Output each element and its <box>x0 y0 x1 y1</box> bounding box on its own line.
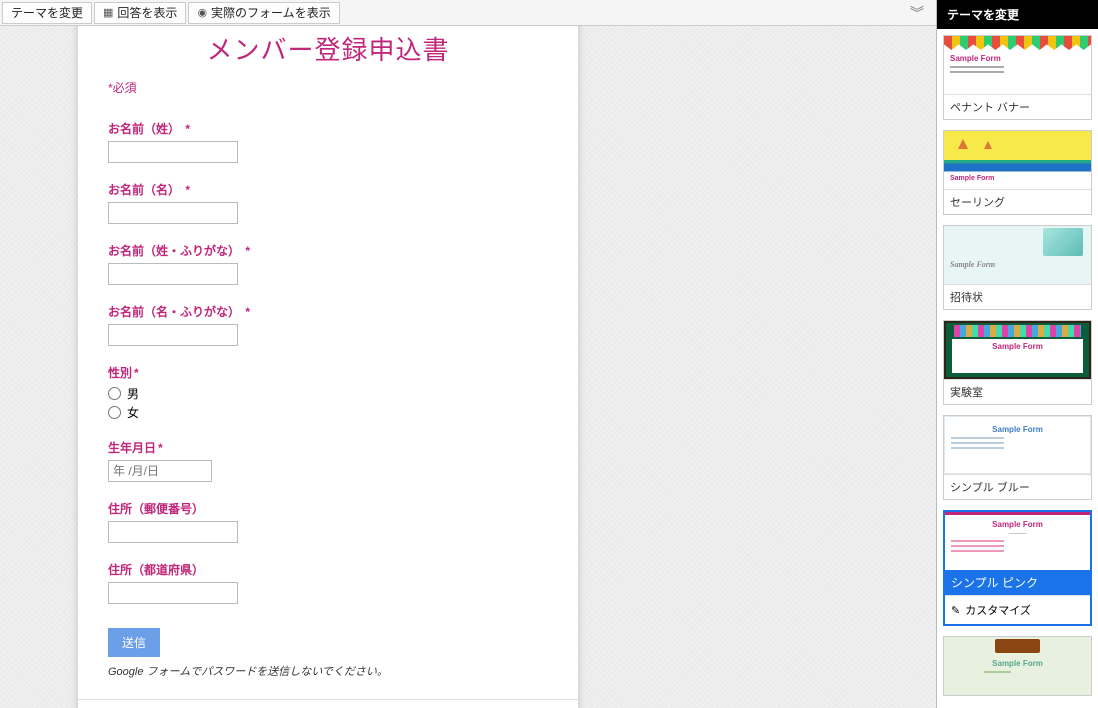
field-dob: 生年月日* <box>108 439 548 482</box>
change-theme-button[interactable]: テーマを変更 <box>2 2 92 24</box>
field-last-kana: お名前（姓・ふりがな） * <box>108 242 548 285</box>
theme-item-sailing[interactable]: Sample Form セーリング <box>943 130 1092 215</box>
field-label: 性別* <box>108 364 548 381</box>
submit-button[interactable]: 送信 <box>108 628 160 657</box>
theme-item-pennant[interactable]: Sample Form ペナント バナー <box>943 35 1092 120</box>
dob-input[interactable] <box>108 460 212 482</box>
field-label: 生年月日* <box>108 439 548 456</box>
gender-male-label: 男 <box>127 385 139 402</box>
grid-icon: ▦ <box>103 6 113 19</box>
theme-label: 実験室 <box>944 379 1091 404</box>
field-label: 住所（郵便番号） <box>108 500 548 517</box>
field-label: お名前（名・ふりがな） * <box>108 303 548 320</box>
theme-label: セーリング <box>944 189 1091 214</box>
theme-preview: Sample Form ——— <box>945 512 1090 570</box>
theme-label: シンプル ブルー <box>944 474 1091 499</box>
theme-preview: Sample Form <box>944 226 1091 284</box>
theme-label-selected: シンプル ピンク <box>945 570 1090 595</box>
theme-preview: Sample Form <box>944 321 1091 379</box>
theme-preview: Sample Form <box>944 36 1091 94</box>
theme-list[interactable]: Sample Form ペナント バナー Sample Form セーリング S… <box>937 29 1098 708</box>
theme-preview: Sample Form <box>944 131 1091 189</box>
main-preview-area: テーマを変更 ▦ 回答を表示 ◉ 実際のフォームを表示 ︾ メンバー登録申込書 … <box>0 0 936 708</box>
field-last-name: お名前（姓） * <box>108 120 548 163</box>
view-responses-button[interactable]: ▦ 回答を表示 <box>94 2 186 24</box>
eye-icon: ◉ <box>197 6 207 19</box>
responses-button-label: 回答を表示 <box>117 4 177 21</box>
theme-sidebar: テーマを変更 Sample Form ペナント バナー Sample Form … <box>936 0 1098 708</box>
theme-label: ペナント バナー <box>944 94 1091 119</box>
prefecture-input[interactable] <box>108 582 238 604</box>
first-kana-input[interactable] <box>108 324 238 346</box>
first-name-input[interactable] <box>108 202 238 224</box>
field-postal: 住所（郵便番号） <box>108 500 548 543</box>
password-warning: Google フォームでパスワードを送信しないでください。 <box>108 663 548 679</box>
field-prefecture: 住所（都道府県） <box>108 561 548 604</box>
collapse-toolbar-icon[interactable]: ︾ <box>900 1 934 25</box>
theme-panel-header: テーマを変更 <box>937 0 1098 29</box>
postal-input[interactable] <box>108 521 238 543</box>
field-label: 住所（都道府県） <box>108 561 548 578</box>
theme-item-simple-pink[interactable]: Sample Form ——— シンプル ピンク ✎ カスタマイズ <box>943 510 1092 626</box>
form-preview: メンバー登録申込書 *必須 お名前（姓） * お名前（名） * お名前（姓・ふり… <box>78 0 578 708</box>
field-label: お名前（姓） * <box>108 120 548 137</box>
live-form-button-label: 実際のフォームを表示 <box>211 4 331 21</box>
theme-preview: Sample Form <box>944 416 1091 474</box>
gender-radio-male[interactable] <box>108 387 121 400</box>
customize-button[interactable]: ✎ カスタマイズ <box>945 595 1090 624</box>
field-label: お名前（姓・ふりがな） * <box>108 242 548 259</box>
view-live-form-button[interactable]: ◉ 実際のフォームを表示 <box>188 2 339 24</box>
last-kana-input[interactable] <box>108 263 238 285</box>
gender-female-label: 女 <box>127 404 139 421</box>
theme-preview: Sample Form <box>944 637 1091 695</box>
field-first-name: お名前（名） * <box>108 181 548 224</box>
theme-item-invite[interactable]: Sample Form 招待状 <box>943 225 1092 310</box>
theme-item-lab[interactable]: Sample Form 実験室 <box>943 320 1092 405</box>
form-title: メンバー登録申込書 <box>108 30 548 67</box>
last-name-input[interactable] <box>108 141 238 163</box>
toolbar: テーマを変更 ▦ 回答を表示 ◉ 実際のフォームを表示 ︾ <box>0 0 936 26</box>
required-note: *必須 <box>108 79 548 96</box>
field-label: お名前（名） * <box>108 181 548 198</box>
theme-item-tree[interactable]: Sample Form <box>943 636 1092 696</box>
form-footer: Powered by ≡ Google Forms このコンテンツは Googl… <box>78 699 578 708</box>
field-gender: 性別* 男 女 <box>108 364 548 421</box>
theme-label: 招待状 <box>944 284 1091 309</box>
theme-item-simple-blue[interactable]: Sample Form シンプル ブルー <box>943 415 1092 500</box>
gender-radio-female[interactable] <box>108 406 121 419</box>
field-first-kana: お名前（名・ふりがな） * <box>108 303 548 346</box>
theme-button-label: テーマを変更 <box>11 4 83 21</box>
pencil-icon: ✎ <box>951 604 960 617</box>
